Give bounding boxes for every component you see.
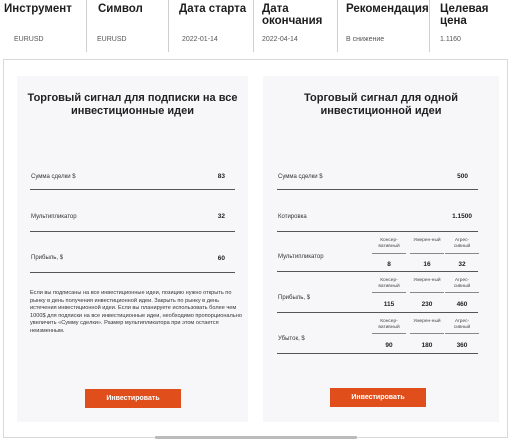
divider: [30, 272, 235, 273]
column-start-date: Дата старта 2022-01-14: [168, 0, 254, 52]
profit-conservative: 115: [383, 301, 395, 308]
header-symbol: Символ: [98, 3, 143, 15]
loss-conservative: 90: [385, 342, 393, 349]
single-amount-label: Сумма сделки $: [278, 174, 323, 180]
value-target-price: 1.1160: [440, 36, 461, 43]
divider: [277, 189, 478, 190]
value-recommendation: В снижение: [346, 36, 385, 43]
divider: [372, 253, 406, 254]
header-end-date: Дата окончания: [262, 3, 323, 27]
level-aggressive-header: Агрес-сивный: [453, 238, 471, 249]
multiplier-aggressive: 32: [458, 261, 466, 268]
value-end-date: 2022-04-14: [262, 36, 298, 43]
profit-value: 60: [217, 255, 225, 262]
header-target-price: Целевая цена: [440, 3, 489, 27]
multiplier-value: 32: [217, 213, 225, 220]
divider: [30, 189, 235, 190]
multiplier-conservative: 8: [387, 261, 391, 268]
panel-all-ideas-title: Торговый сигнал для подписки на все инве…: [27, 92, 238, 117]
level-aggressive-header: Агрес-сивный: [453, 319, 471, 330]
level-moderate-header: Умерен-ный: [413, 238, 441, 243]
value-symbol: EURUSD: [97, 36, 127, 43]
divider: [445, 253, 479, 254]
divider: [410, 292, 444, 293]
all-ideas-description: Если вы подписаны на все инвестиционные …: [30, 290, 242, 334]
divider: [372, 333, 406, 334]
divider: [277, 231, 478, 232]
multiplier-moderate: 16: [423, 261, 431, 268]
profit-label: Прибыль, $: [31, 255, 64, 261]
amount-value: 83: [217, 173, 225, 180]
multiplier-label: Мультипликатор: [31, 214, 77, 220]
value-instrument: EURUSD: [14, 36, 44, 43]
divider: [410, 333, 444, 334]
quote-label: Котировка: [278, 214, 307, 220]
header-start-date: Дата старта: [179, 3, 247, 15]
single-amount-value: 500: [457, 173, 468, 180]
panel-single-idea-title: Торговый сигнал для одной инвестиционной…: [304, 92, 458, 117]
level-conservative-header: Консер-ватив­ный: [378, 238, 400, 249]
divider: [277, 353, 478, 354]
level-moderate-header: Умерен-ный: [413, 319, 441, 324]
value-start-date: 2022-01-14: [182, 36, 218, 43]
divider: [410, 253, 444, 254]
divider: [445, 333, 479, 334]
divider: [277, 271, 478, 272]
profit-aggressive: 460: [456, 301, 468, 308]
horizontal-scrollbar[interactable]: [155, 436, 357, 439]
divider: [445, 292, 479, 293]
column-instrument: Инструмент EURUSD: [0, 0, 86, 52]
level-conservative-header: Консер-ватив­ный: [378, 278, 400, 289]
quote-value: 1.1500: [452, 213, 472, 220]
profit-moderate: 230: [421, 301, 433, 308]
loss-aggressive: 360: [456, 342, 468, 349]
single-loss-label: Убыток, $: [278, 336, 305, 342]
divider: [30, 231, 235, 232]
single-profit-label: Прибыль, $: [278, 295, 311, 301]
header-recommendation: Рекомендация: [346, 3, 429, 15]
panel-all-ideas: Торговый сигнал для подписки на все инве…: [17, 76, 248, 422]
level-moderate-header: Умерен-ный: [413, 278, 441, 283]
column-target-price: Целевая цена 1.1160: [429, 0, 512, 52]
level-conservative-header: Консер-ватив­ный: [378, 319, 400, 330]
level-aggressive-header: Агрес-сивный: [453, 278, 471, 289]
divider: [277, 312, 478, 313]
invest-button-all[interactable]: Инвестировать: [85, 389, 181, 408]
single-multiplier-label: Мультипликатор: [278, 254, 324, 260]
signal-info-table: Инструмент EURUSD Символ EURUSD Дата ста…: [0, 0, 512, 58]
column-recommendation: Рекомендация В снижение: [337, 0, 430, 52]
header-instrument: Инструмент: [4, 3, 72, 15]
column-end-date: Дата окончания 2022-04-14: [253, 0, 338, 52]
amount-label: Сумма сделки $: [31, 174, 76, 180]
invest-button-single[interactable]: Инвестировать: [330, 388, 426, 407]
divider: [372, 292, 406, 293]
loss-moderate: 180: [421, 342, 433, 349]
column-symbol: Символ EURUSD: [86, 0, 169, 52]
